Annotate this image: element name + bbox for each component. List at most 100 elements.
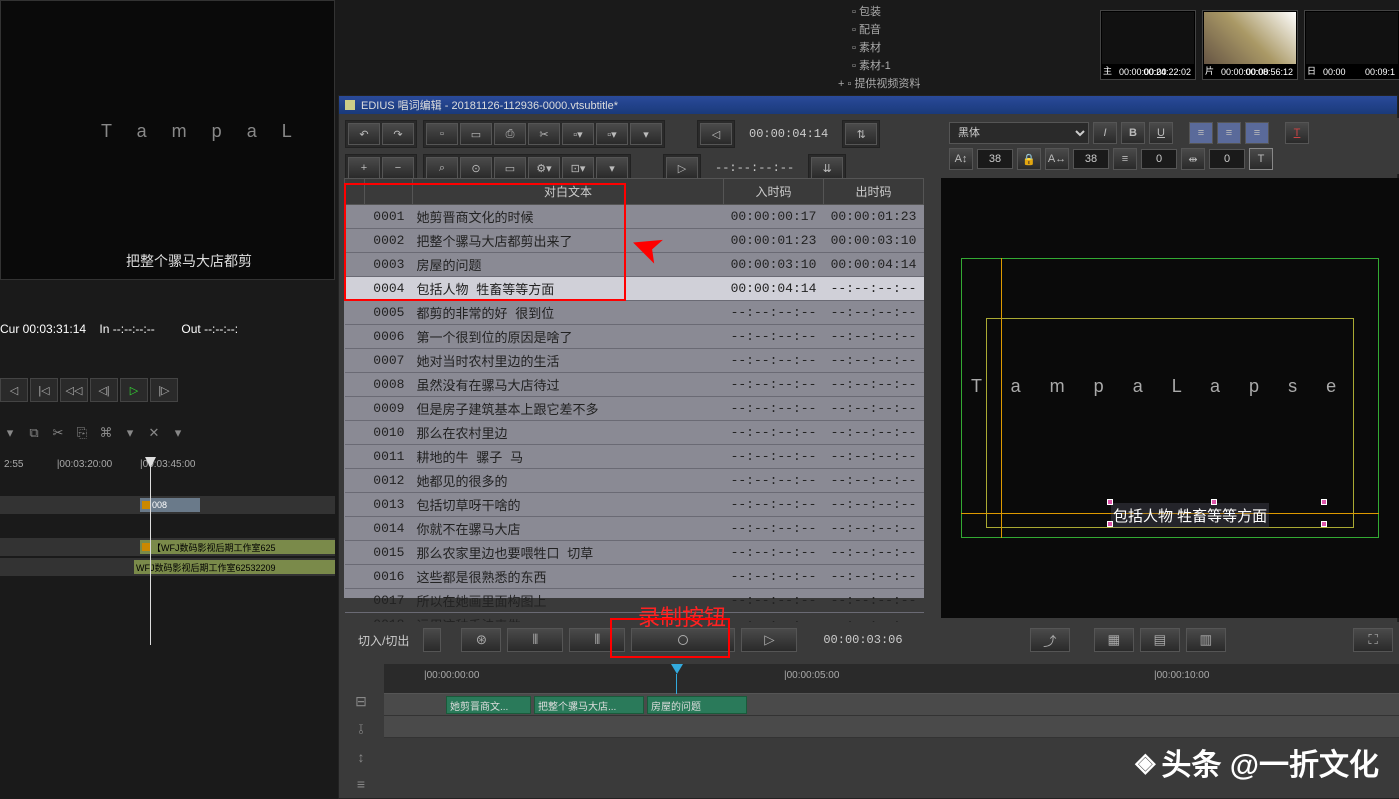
resize-handle[interactable] bbox=[1321, 499, 1327, 505]
settings-button[interactable]: ▭ bbox=[494, 157, 526, 179]
prev-button[interactable]: ◁ bbox=[0, 378, 28, 402]
timeline-ruler[interactable]: 2:55 |00:03:20:00 |00:03:45:00 bbox=[0, 455, 335, 474]
subtitle-clip[interactable]: 她剪晋商文... bbox=[446, 696, 531, 714]
paste-button[interactable]: ▫▾ bbox=[562, 123, 594, 145]
tool-button[interactable]: ⚙▾ bbox=[528, 157, 560, 179]
tool-icon[interactable]: ▾ bbox=[120, 425, 140, 445]
font-select[interactable]: 黑体 bbox=[949, 122, 1089, 144]
scissors-icon[interactable]: ✂ bbox=[48, 425, 68, 445]
tool-icon[interactable]: ↕ bbox=[346, 745, 376, 769]
mode-dropdown[interactable] bbox=[423, 628, 441, 652]
font-size-button[interactable]: A↕ bbox=[949, 148, 973, 170]
audio-track[interactable]: 【WFJ数码影视后期工作室625 bbox=[0, 538, 335, 556]
char-spacing-input[interactable] bbox=[1209, 149, 1245, 169]
italic-button[interactable]: I bbox=[1093, 122, 1117, 144]
align-right-button[interactable]: ≡ bbox=[1245, 122, 1269, 144]
lock-button[interactable]: 🔒 bbox=[1017, 148, 1041, 170]
table-row[interactable]: 0013包括切草呀干啥的--:--:--:----:--:--:-- bbox=[345, 493, 924, 517]
audio-track[interactable]: WFJ数码影视后期工作室62532209 bbox=[0, 558, 335, 576]
window-titlebar[interactable]: EDIUS 唱词编辑 - 20181126-112936-0000.vtsubt… bbox=[339, 96, 1397, 114]
table-row[interactable]: 0010那么在农村里边--:--:--:----:--:--:-- bbox=[345, 421, 924, 445]
remove-button[interactable]: − bbox=[382, 157, 414, 179]
tool-button[interactable]: ⫴ bbox=[507, 628, 563, 652]
table-row[interactable]: 0007她对当时农村里边的生活--:--:--:----:--:--:-- bbox=[345, 349, 924, 373]
char-spacing-button[interactable]: ⇹ bbox=[1181, 148, 1205, 170]
play-preview-button[interactable]: ▷ bbox=[741, 628, 797, 652]
redo-button[interactable]: ↷ bbox=[382, 123, 414, 145]
sync-button[interactable]: ⇅ bbox=[845, 123, 877, 145]
line-spacing-button[interactable]: ≡ bbox=[1113, 148, 1137, 170]
tool-icon[interactable]: ≡ bbox=[346, 773, 376, 797]
col-text[interactable]: 对白文本 bbox=[413, 179, 724, 205]
tool-button[interactable]: ▾ bbox=[630, 123, 662, 145]
clip-thumbnail[interactable]: 主 00:00:00:00 00:24:22:02 bbox=[1100, 10, 1196, 80]
layout-button[interactable]: ▥ bbox=[1186, 628, 1226, 652]
clip-thumbnail[interactable]: 片 00:00:00:00 00:08:56:12 bbox=[1202, 10, 1298, 80]
copy-icon[interactable]: ⎘ bbox=[72, 425, 92, 445]
export-button[interactable]: ⤴ bbox=[1030, 628, 1070, 652]
audio-clip[interactable]: WFJ数码影视后期工作室62532209 bbox=[134, 560, 335, 574]
apply-button[interactable]: ⇊ bbox=[811, 157, 843, 179]
table-row[interactable]: 0008虽然没有在骡马大店待过--:--:--:----:--:--:-- bbox=[345, 373, 924, 397]
char-width-button[interactable]: A↔ bbox=[1045, 148, 1069, 170]
table-row[interactable]: 0006第一个很到位的原因是啥了--:--:--:----:--:--:-- bbox=[345, 325, 924, 349]
table-row[interactable]: 0015那么农家里边也要喂牲口 切草--:--:--:----:--:--:-- bbox=[345, 541, 924, 565]
col-in[interactable]: 入时码 bbox=[724, 179, 824, 205]
undo-button[interactable]: ↶ bbox=[348, 123, 380, 145]
goto-start-button[interactable]: |◁ bbox=[30, 378, 58, 402]
new-button[interactable]: ▫ bbox=[426, 123, 458, 145]
table-row[interactable]: 0005都剪的非常的好 很到位--:--:--:----:--:--:-- bbox=[345, 301, 924, 325]
cut-button[interactable]: ✂ bbox=[528, 123, 560, 145]
resize-handle[interactable] bbox=[1107, 521, 1113, 527]
tool-icon[interactable]: ▾ bbox=[0, 425, 20, 445]
main-timeline[interactable]: 2:55 |00:03:20:00 |00:03:45:00 008 【WFJ数… bbox=[0, 455, 335, 655]
subtitle-ruler[interactable]: |00:00:00:00 |00:00:05:00 |00:00:10:00 bbox=[384, 664, 1399, 694]
text-box-button[interactable]: T bbox=[1249, 148, 1273, 170]
video-track[interactable]: 008 bbox=[0, 496, 335, 514]
resize-handle[interactable] bbox=[1211, 499, 1217, 505]
find-button[interactable]: ⌕ bbox=[426, 157, 458, 179]
copy-button[interactable]: ▫▾ bbox=[596, 123, 628, 145]
delete-icon[interactable]: ✕ bbox=[144, 425, 164, 445]
open-button[interactable]: ▭ bbox=[460, 123, 492, 145]
subtitle-preview[interactable]: T a m p a L a p s e 包括人物 牲畜等等方面 bbox=[941, 178, 1399, 618]
table-row[interactable]: 0001她剪晋商文化的时候00:00:00:1700:00:01:23 bbox=[345, 205, 924, 229]
play-button[interactable]: ▷ bbox=[120, 378, 148, 402]
layout-button[interactable]: ▦ bbox=[1094, 628, 1134, 652]
tool-icon[interactable]: ⫱ bbox=[346, 718, 376, 742]
add-button[interactable]: + bbox=[348, 157, 380, 179]
col-out[interactable]: 出时码 bbox=[824, 179, 924, 205]
table-row[interactable]: 0016这些都是很熟悉的东西--:--:--:----:--:--:-- bbox=[345, 565, 924, 589]
settings-button[interactable]: ⊛ bbox=[461, 628, 501, 652]
mark-in-button[interactable]: ◁ bbox=[700, 123, 732, 145]
bold-button[interactable]: B bbox=[1121, 122, 1145, 144]
step-fwd-button[interactable]: |▷ bbox=[150, 378, 178, 402]
table-row[interactable]: 0011耕地的牛 骡子 马--:--:--:----:--:--:-- bbox=[345, 445, 924, 469]
step-back-button[interactable]: ◁| bbox=[90, 378, 118, 402]
subtitle-clip[interactable]: 把整个骡马大店... bbox=[534, 696, 644, 714]
table-row[interactable]: 0002把整个骡马大店都剪出来了00:00:01:2300:00:03:10 bbox=[345, 229, 924, 253]
rewind-button[interactable]: ◁◁ bbox=[60, 378, 88, 402]
subtitle-clip[interactable]: 房屋的问题 bbox=[647, 696, 747, 714]
resize-handle[interactable] bbox=[1107, 499, 1113, 505]
video-clip[interactable]: 008 bbox=[140, 498, 200, 512]
subtitle-text-overlay[interactable]: 包括人物 牲畜等等方面 bbox=[1111, 503, 1269, 528]
link-icon[interactable]: ⌘ bbox=[96, 425, 116, 445]
clip-thumbnail[interactable]: 日 00:00 00:09:1 bbox=[1304, 10, 1399, 80]
text-style-button[interactable]: T bbox=[1285, 122, 1309, 144]
resize-handle[interactable] bbox=[1321, 521, 1327, 527]
align-left-button[interactable]: ≡ bbox=[1189, 122, 1213, 144]
table-row[interactable]: 0003房屋的问题00:00:03:1000:00:04:14 bbox=[345, 253, 924, 277]
subtitle-track[interactable] bbox=[384, 716, 1399, 738]
subtitle-table[interactable]: 对白文本 入时码 出时码 0001她剪晋商文化的时候00:00:00:1700:… bbox=[344, 178, 924, 598]
mark-out-button[interactable]: ▷ bbox=[666, 157, 698, 179]
tool-icon[interactable]: ⊟ bbox=[346, 690, 376, 714]
audio-clip[interactable]: 【WFJ数码影视后期工作室625 bbox=[140, 540, 335, 554]
table-row[interactable]: 0009但是房子建筑基本上跟它差不多--:--:--:----:--:--:-- bbox=[345, 397, 924, 421]
tool-button[interactable]: ⫴ bbox=[569, 628, 625, 652]
tool-button[interactable]: ▾ bbox=[596, 157, 628, 179]
char-width-input[interactable] bbox=[1073, 149, 1109, 169]
underline-button[interactable]: U bbox=[1149, 122, 1173, 144]
line-spacing-input[interactable] bbox=[1141, 149, 1177, 169]
bin-tree[interactable]: ▫ 包装 ▫ 配音 ▫ 素材 ▫ 素材-1 + ▫ 提供视频资料 ▫ 字幕 bbox=[830, 0, 1090, 90]
